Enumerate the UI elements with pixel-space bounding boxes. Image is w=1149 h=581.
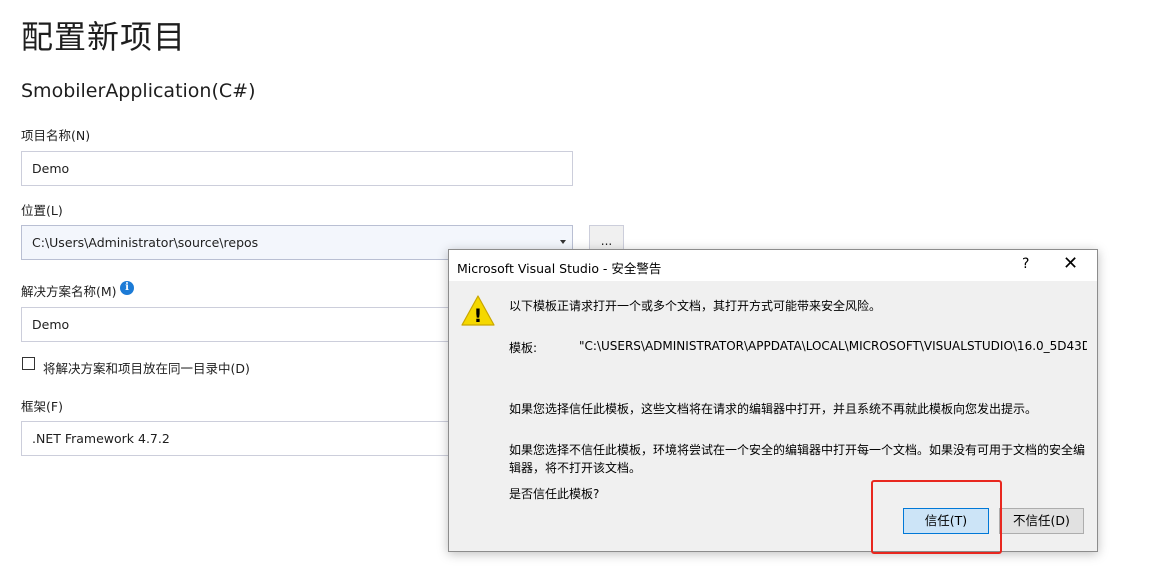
message-intro: 以下模板正请求打开一个或多个文档，其打开方式可能带来安全风险。 [509,299,882,313]
project-name-value: Demo [32,161,70,176]
solution-name-value: Demo [32,317,70,332]
location-value: C:\Users\Administrator\source\repos [32,235,259,250]
template-label: 模板: [509,341,538,355]
help-icon[interactable]: ? [1022,256,1029,272]
project-name-label: 项目名称(N) [21,128,91,143]
template-name: SmobilerApplication(C#) [21,80,256,102]
distrust-button[interactable]: 不信任(D) [999,508,1084,534]
template-path: "C:\USERS\ADMINISTRATOR\APPDATA\LOCAL\MI… [579,339,1087,353]
solution-name-label: 解决方案名称(M) [21,284,117,299]
warning-icon: ! [461,295,495,327]
same-directory-checkbox[interactable] [22,357,35,370]
framework-label: 框架(F) [21,399,63,414]
same-directory-label[interactable]: 将解决方案和项目放在同一目录中(D) [43,358,250,377]
distrust-info-line1: 如果您选择不信任此模板，环境将尝试在一个安全的编辑器中打开每一个文档。如果没有可… [509,443,1086,457]
project-name-input[interactable]: Demo [21,151,573,186]
location-label: 位置(L) [21,203,63,218]
chevron-down-icon[interactable] [560,240,566,244]
warning-glyph: ! [474,305,483,327]
distrust-info-line2: 辑器，将不打开该文档。 [509,461,642,475]
highlight-annotation [871,480,1002,554]
trust-question: 是否信任此模板? [509,487,600,501]
framework-value: .NET Framework 4.7.2 [32,431,170,446]
dialog-title: Microsoft Visual Studio - 安全警告 [457,261,662,276]
trust-info-text: 如果您选择信任此模板，这些文档将在请求的编辑器中打开，并且系统不再就此模板向您发… [509,402,1038,416]
close-icon[interactable]: ✕ [1063,253,1078,274]
page-title: 配置新项目 [21,18,187,56]
info-icon[interactable]: i [120,281,134,295]
